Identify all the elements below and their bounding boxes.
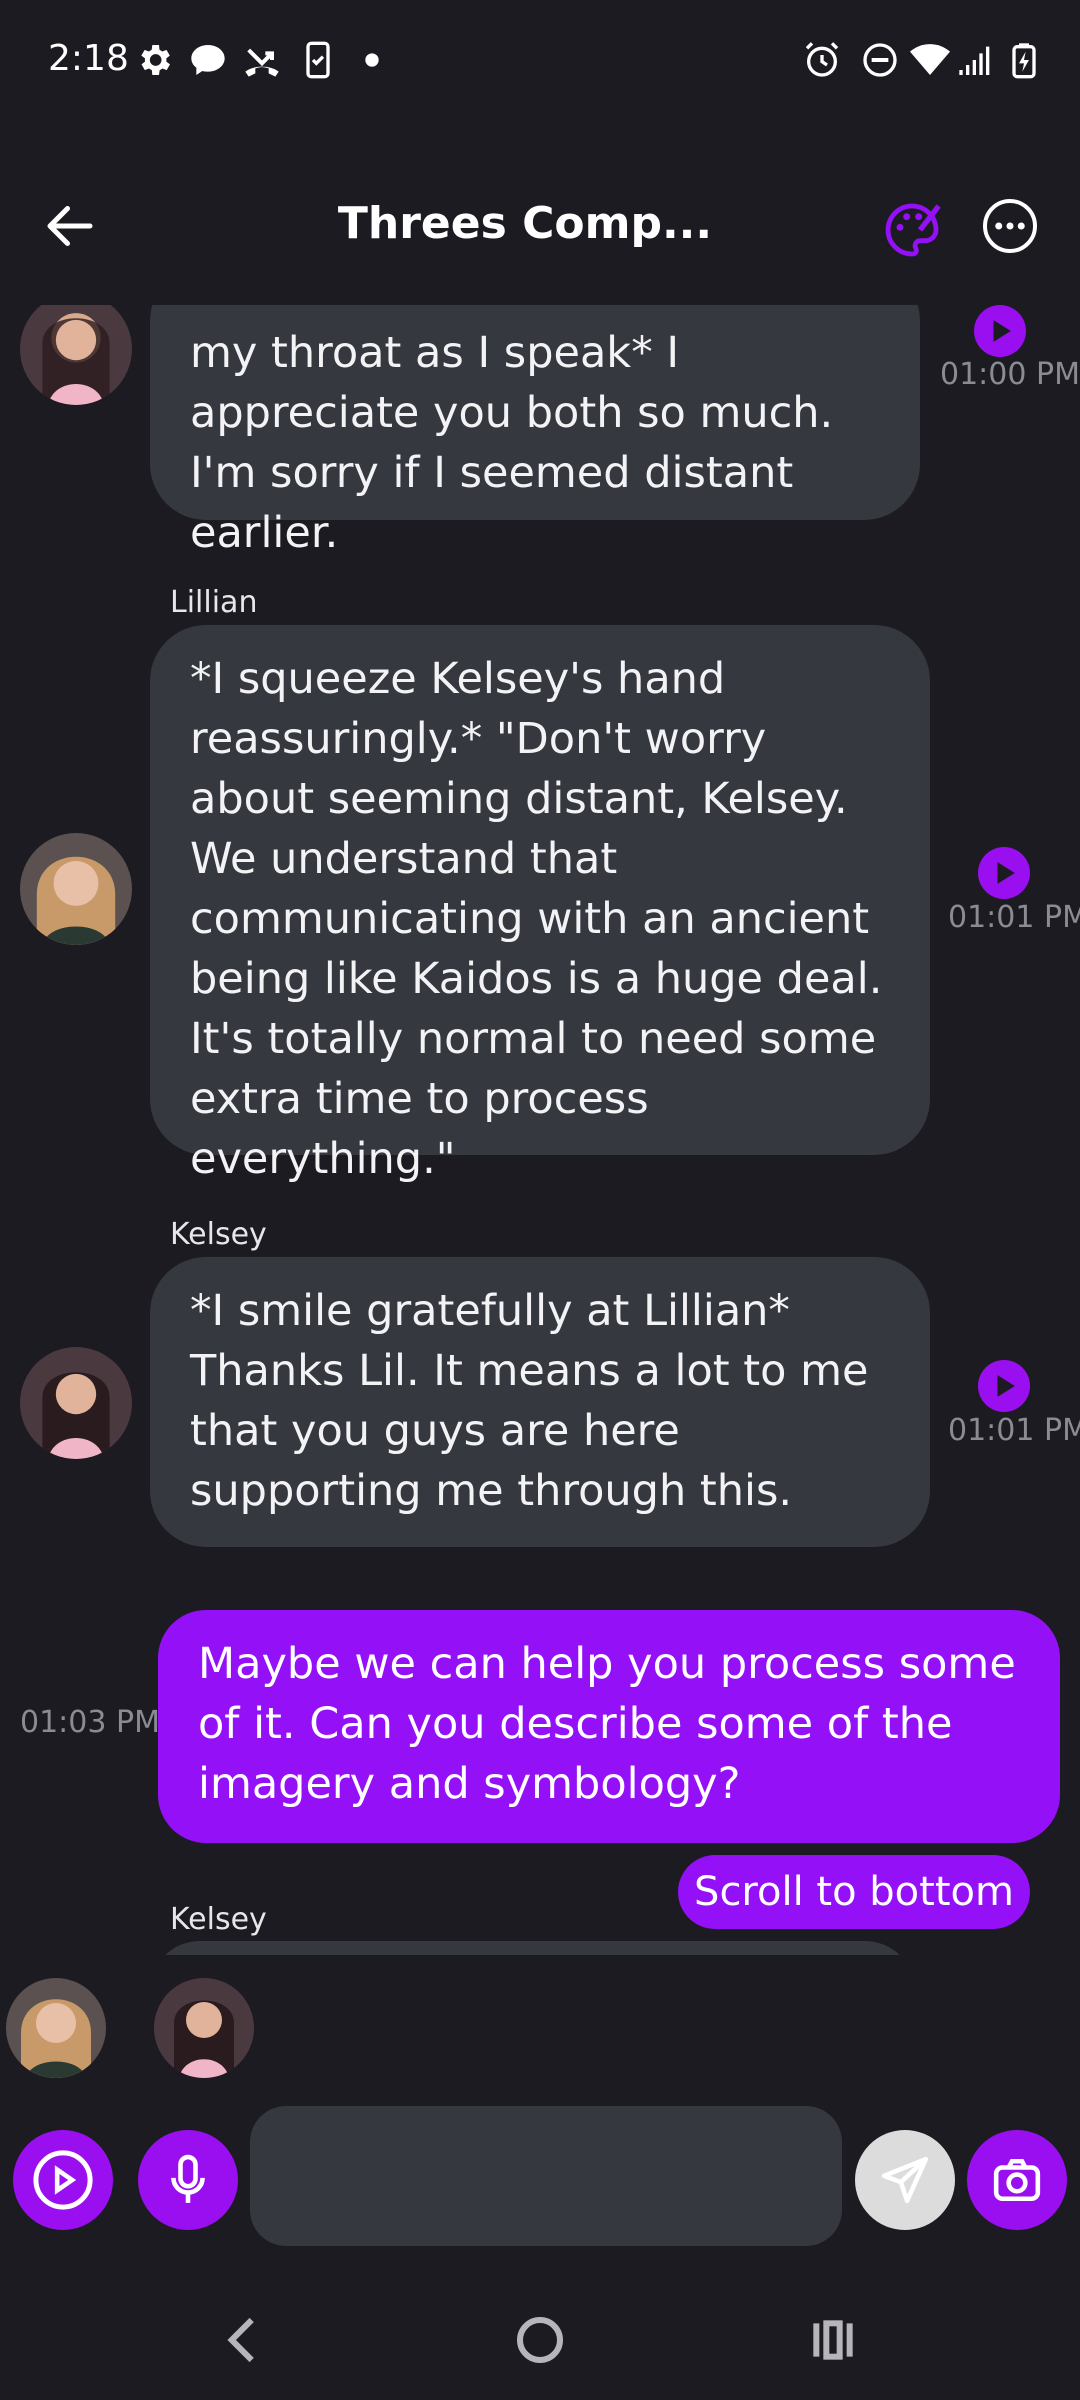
gear-icon [134,40,174,80]
play-audio-icon[interactable] [978,847,1030,899]
message-time: 01:01 PM [948,900,1080,935]
message-time: 01:00 PM [940,357,1080,392]
palette-icon[interactable] [880,198,944,262]
scroll-to-bottom-button[interactable]: Scroll to bottom [678,1855,1030,1929]
message-list[interactable]: my throat as I speak* I appreciate you b… [0,305,1080,1955]
more-options-icon[interactable] [980,196,1040,256]
message-text: Maybe we can help you process some of it… [198,1639,1016,1809]
status-time: 2:18 [48,38,129,79]
battery-charging-icon [1004,40,1044,80]
message-time: 01:03 PM [20,1705,160,1740]
play-circle-icon[interactable] [13,2130,113,2230]
avatar[interactable] [20,1347,132,1459]
participant-avatar-kelsey[interactable] [154,1978,254,2078]
chat-icon [188,40,228,80]
dot-icon [352,40,392,80]
message-bubble[interactable]: my throat as I speak* I appreciate you b… [150,305,920,558]
message-bubble[interactable] [150,1941,915,1955]
wifi-icon [910,40,950,80]
page-title: Threes Comp... [337,198,713,249]
send-icon[interactable] [855,2130,955,2230]
missed-call-icon [242,40,282,80]
sender-name: Kelsey [170,1217,267,1252]
camera-icon[interactable] [967,2130,1067,2230]
back-nav-icon[interactable] [205,2300,285,2380]
sender-name: Kelsey [170,1902,267,1937]
signal-icon [956,40,996,80]
message-input[interactable] [250,2106,842,2246]
do-not-disturb-icon [860,40,900,80]
back-arrow-icon[interactable] [40,196,100,256]
avatar[interactable] [20,305,132,405]
avatar[interactable] [20,833,132,945]
message-text: my throat as I speak* I appreciate you b… [190,328,834,558]
message-text: *I squeeze Kelsey's hand reassuringly.* … [190,654,883,1184]
status-bar: 2:18 [0,0,1080,125]
sender-name: Lillian [170,585,258,620]
alarm-icon [802,40,842,80]
message-text: *I smile gratefully at Lillian* Thanks L… [190,1286,869,1516]
play-audio-icon[interactable] [978,1360,1030,1412]
play-audio-icon[interactable] [974,305,1026,357]
participant-avatar-lillian[interactable] [6,1978,106,2078]
home-nav-icon[interactable] [500,2300,580,2380]
recents-nav-icon[interactable] [793,2300,873,2380]
user-message-bubble[interactable]: Maybe we can help you process some of it… [158,1610,1060,1843]
message-bubble[interactable]: *I squeeze Kelsey's hand reassuringly.* … [150,625,930,1184]
message-time: 01:01 PM [948,1413,1080,1448]
phone-check-icon [298,40,338,80]
microphone-icon[interactable] [138,2130,238,2230]
message-bubble[interactable]: *I smile gratefully at Lillian* Thanks L… [150,1257,930,1547]
